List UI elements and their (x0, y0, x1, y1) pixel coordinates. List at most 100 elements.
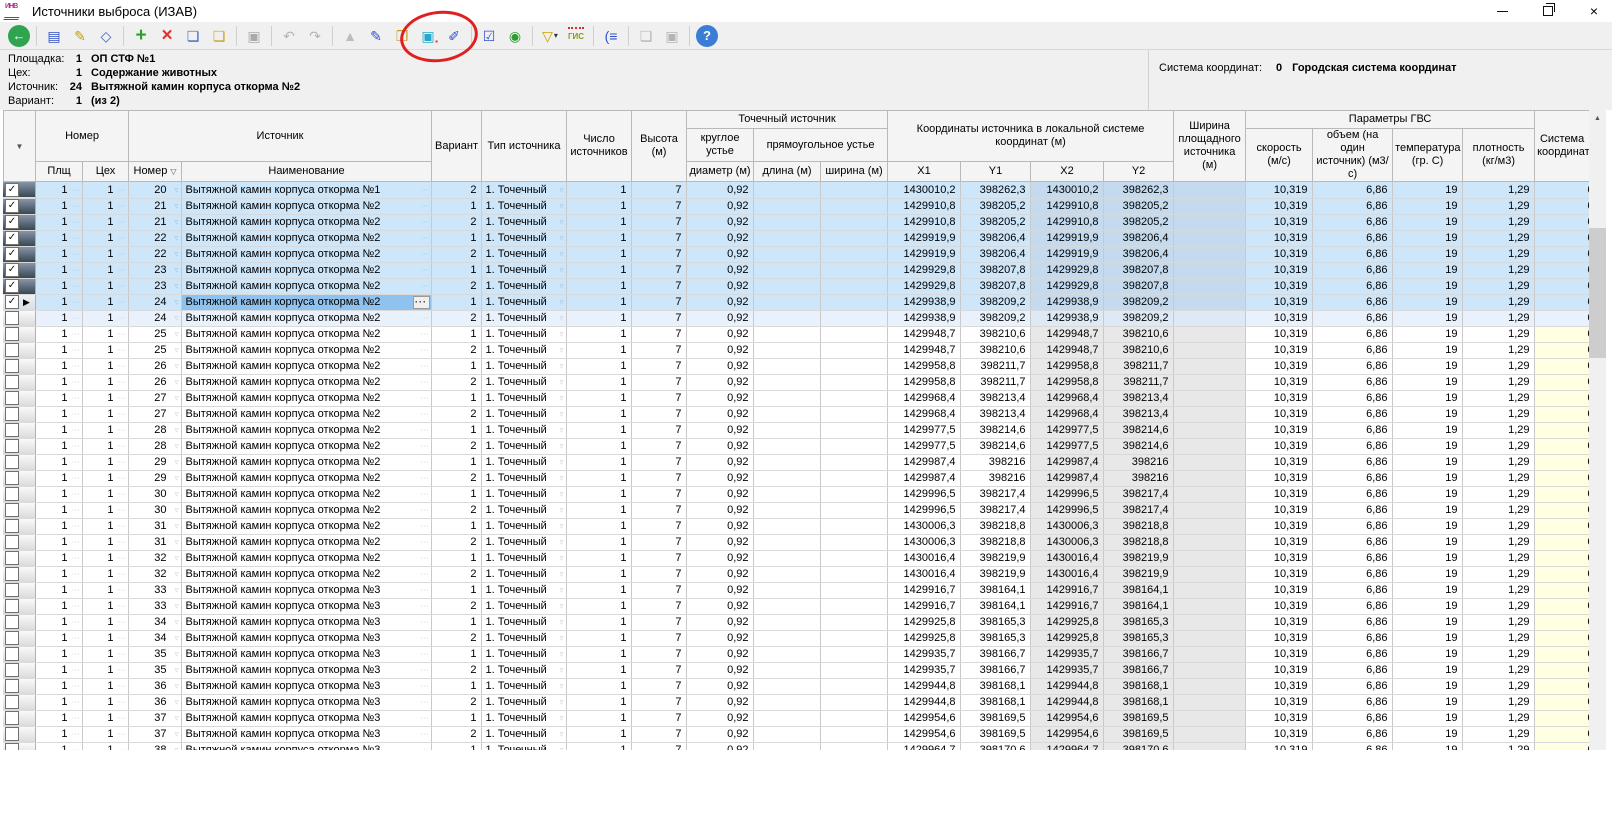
cell-length[interactable] (753, 326, 820, 342)
cell-name[interactable]: Вытяжной камин корпуса откорма №2··· (181, 390, 431, 406)
checkbox-icon[interactable] (5, 455, 19, 469)
scrollbar-thumb[interactable] (1589, 228, 1606, 358)
cell-name[interactable]: Вытяжной камин корпуса откорма №2··· (181, 278, 431, 294)
header-temperature[interactable]: температура (гр. C) (1393, 129, 1463, 182)
cell-coord-system[interactable]: 0 (1534, 486, 1589, 502)
cell-diameter[interactable]: 0,92 (686, 230, 753, 246)
cell-temperature[interactable]: 19 (1392, 678, 1462, 694)
cell-plsh[interactable]: 1··· (35, 294, 82, 310)
cell-type[interactable]: 1. Точечный▿ (481, 614, 566, 630)
cell-count[interactable]: 1 (566, 518, 631, 534)
cell-volume[interactable]: 6,86 (1312, 502, 1392, 518)
cell-diameter[interactable]: 0,92 (686, 534, 753, 550)
cell-temperature[interactable]: 19 (1392, 598, 1462, 614)
cell-num[interactable]: 35▿ (128, 662, 181, 678)
cell-speed[interactable]: 10,319 (1245, 518, 1312, 534)
cell-count[interactable]: 1 (566, 358, 631, 374)
cell-name[interactable]: Вытяжной камин корпуса откорма №2··· (181, 454, 431, 470)
cell-count[interactable]: 1 (566, 646, 631, 662)
cell-num[interactable]: 30▿ (128, 486, 181, 502)
cell-x1[interactable]: 1429948,7 (887, 342, 960, 358)
cell-diameter[interactable]: 0,92 (686, 486, 753, 502)
cell-width[interactable] (820, 470, 887, 486)
cell-type[interactable]: 1. Точечный▿ (481, 646, 566, 662)
cell-type[interactable]: 1. Точечный▿ (481, 550, 566, 566)
cell-speed[interactable]: 10,319 (1245, 374, 1312, 390)
cell-x1[interactable]: 1430016,4 (887, 566, 960, 582)
cell-x1[interactable]: 1429919,9 (887, 246, 960, 262)
cell-speed[interactable]: 10,319 (1245, 614, 1312, 630)
cell-name[interactable]: Вытяжной камин корпуса откорма №3··· (181, 630, 431, 646)
cell-width[interactable] (820, 630, 887, 646)
row-select-checkbox[interactable] (3, 486, 35, 502)
cell-diameter[interactable]: 0,92 (686, 294, 753, 310)
cell-count[interactable]: 1 (566, 438, 631, 454)
cell-length[interactable] (753, 502, 820, 518)
cell-y1[interactable]: 398217,4 (960, 486, 1030, 502)
cell-y1[interactable]: 398216 (960, 454, 1030, 470)
cell-speed[interactable]: 10,319 (1245, 694, 1312, 710)
cell-coord-system[interactable]: 0 (1534, 422, 1589, 438)
cell-width[interactable] (820, 182, 887, 198)
checkbox-icon[interactable] (5, 583, 19, 597)
cell-width[interactable] (820, 726, 887, 742)
row-select-checkbox[interactable]: ✓ (3, 246, 35, 262)
header-density[interactable]: плотность (кг/м3) (1463, 129, 1535, 182)
cell-plsh[interactable]: 1··· (35, 230, 82, 246)
cell-name[interactable]: Вытяжной камин корпуса откорма №3··· (181, 710, 431, 726)
cell-count[interactable]: 1 (566, 454, 631, 470)
cell-plsh[interactable]: 1··· (35, 662, 82, 678)
cell-temperature[interactable]: 19 (1392, 326, 1462, 342)
cell-width[interactable] (820, 358, 887, 374)
cell-volume[interactable]: 6,86 (1312, 182, 1392, 198)
cell-num[interactable]: 33▿ (128, 598, 181, 614)
cell-density[interactable]: 1,29 (1462, 630, 1534, 646)
cell-plsh[interactable]: 1··· (35, 374, 82, 390)
cell-type[interactable]: 1. Точечный▿ (481, 358, 566, 374)
row-select-checkbox[interactable] (3, 342, 35, 358)
cell-count[interactable]: 1 (566, 486, 631, 502)
cell-height[interactable]: 7 (631, 486, 686, 502)
header-speed[interactable]: скорость (м/с) (1246, 129, 1313, 182)
restore-button[interactable] (1538, 2, 1558, 20)
header-plsh[interactable]: Плщ (36, 162, 83, 182)
cell-coord-system[interactable]: 0 (1534, 358, 1589, 374)
cell-temperature[interactable]: 19 (1392, 726, 1462, 742)
cell-length[interactable] (753, 390, 820, 406)
cell-length[interactable] (753, 566, 820, 582)
cell-speed[interactable]: 10,319 (1245, 294, 1312, 310)
cell-temperature[interactable]: 19 (1392, 310, 1462, 326)
cell-height[interactable]: 7 (631, 230, 686, 246)
cell-num[interactable]: 34▿ (128, 614, 181, 630)
cell-y1[interactable]: 398210,6 (960, 326, 1030, 342)
cell-temperature[interactable]: 19 (1392, 294, 1462, 310)
cell-volume[interactable]: 6,86 (1312, 662, 1392, 678)
checkbox-icon[interactable] (5, 391, 19, 405)
cell-volume[interactable]: 6,86 (1312, 566, 1392, 582)
cell-y1[interactable]: 398169,5 (960, 710, 1030, 726)
cell-tseh[interactable]: 1··· (82, 470, 128, 486)
cell-temperature[interactable]: 19 (1392, 518, 1462, 534)
cell-diameter[interactable]: 0,92 (686, 710, 753, 726)
cell-height[interactable]: 7 (631, 470, 686, 486)
cell-count[interactable]: 1 (566, 534, 631, 550)
cell-count[interactable]: 1 (566, 214, 631, 230)
cell-plsh[interactable]: 1··· (35, 406, 82, 422)
cell-width[interactable] (820, 406, 887, 422)
cell-y1[interactable]: 398209,2 (960, 310, 1030, 326)
header-name[interactable]: Наименование (182, 162, 432, 182)
cell-num[interactable]: 30▿ (128, 502, 181, 518)
cell-density[interactable]: 1,29 (1462, 198, 1534, 214)
cell-density[interactable]: 1,29 (1462, 550, 1534, 566)
cell-diameter[interactable]: 0,92 (686, 438, 753, 454)
cell-tseh[interactable]: 1··· (82, 534, 128, 550)
cell-variant[interactable]: 2 (431, 694, 481, 710)
cell-num[interactable]: 23▿ (128, 262, 181, 278)
cell-x1[interactable]: 1429910,8 (887, 214, 960, 230)
cell-width[interactable] (820, 662, 887, 678)
cell-name[interactable]: Вытяжной камин корпуса откорма №2··· (181, 438, 431, 454)
cell-count[interactable]: 1 (566, 278, 631, 294)
cell-speed[interactable]: 10,319 (1245, 566, 1312, 582)
cell-variant[interactable]: 2 (431, 374, 481, 390)
header-height[interactable]: Высота (м) (632, 111, 687, 182)
